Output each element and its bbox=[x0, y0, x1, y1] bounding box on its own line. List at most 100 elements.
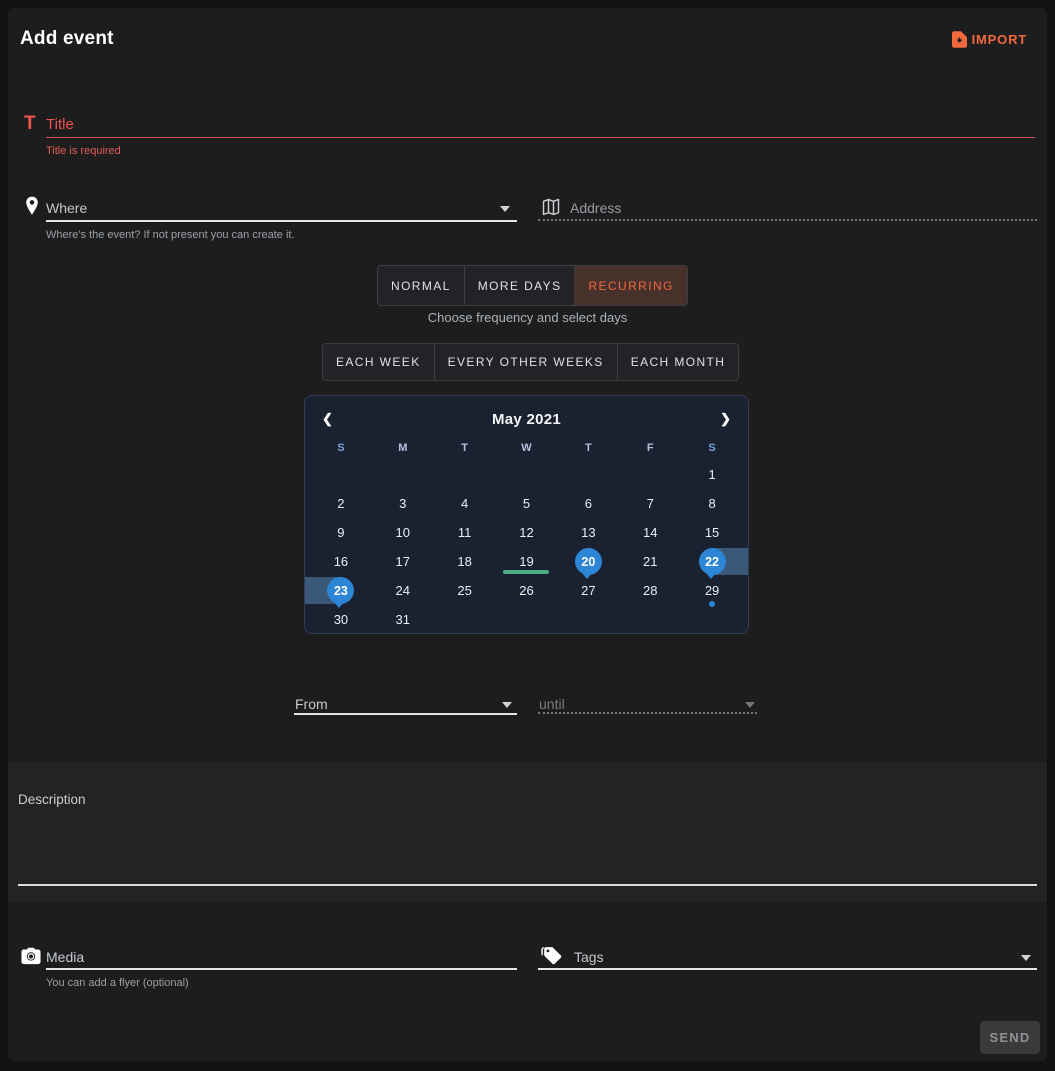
until-select[interactable]: until bbox=[539, 696, 565, 712]
next-month-button[interactable]: ❯ bbox=[720, 404, 731, 434]
calendar-day-cell[interactable]: 18 bbox=[434, 547, 496, 576]
tab-normal[interactable]: NORMAL bbox=[378, 266, 465, 305]
calendar-day-headers: SMTWTFS bbox=[305, 436, 748, 460]
day-number: 15 bbox=[705, 525, 719, 540]
calendar-week-row: 1 bbox=[310, 460, 743, 489]
calendar-day-cell[interactable]: 10 bbox=[372, 518, 434, 547]
calendar-day-cell[interactable]: 12 bbox=[496, 518, 558, 547]
calendar-day-cell[interactable]: 9 bbox=[310, 518, 372, 547]
frequency-caption: Choose frequency and select days bbox=[8, 310, 1047, 325]
day-header: T bbox=[434, 442, 496, 454]
calendar-day-cell[interactable]: 4 bbox=[434, 489, 496, 518]
where-select[interactable]: Where bbox=[46, 200, 87, 216]
file-import-icon bbox=[952, 31, 967, 48]
calendar-day-cell[interactable]: 23 bbox=[310, 576, 372, 605]
tab-recurring[interactable]: RECURRING bbox=[575, 266, 686, 305]
camera-icon bbox=[20, 945, 42, 965]
day-header: F bbox=[619, 442, 681, 454]
calendar-day-cell[interactable]: 19 bbox=[496, 547, 558, 576]
prev-month-button[interactable]: ❮ bbox=[322, 404, 333, 434]
frequency-tab-each-month[interactable]: EACH MONTH bbox=[618, 344, 739, 380]
calendar-day-cell[interactable]: 13 bbox=[557, 518, 619, 547]
day-header: M bbox=[372, 442, 434, 454]
calendar-day-cell[interactable]: 27 bbox=[557, 576, 619, 605]
event-type-tab-group: NORMALMORE DAYSRECURRING bbox=[377, 265, 688, 306]
calendar-day-cell[interactable]: 22 bbox=[681, 547, 743, 576]
tab-more-days[interactable]: MORE DAYS bbox=[465, 266, 576, 305]
calendar-day-cell[interactable]: 16 bbox=[310, 547, 372, 576]
day-number: 2 bbox=[337, 496, 344, 511]
day-number: 4 bbox=[461, 496, 468, 511]
chevron-down-icon[interactable] bbox=[1021, 955, 1031, 961]
day-number: 31 bbox=[396, 612, 410, 627]
tags-select[interactable]: Tags bbox=[574, 949, 604, 965]
calendar-month-label: May 2021 bbox=[492, 411, 561, 428]
calendar-empty-cell bbox=[496, 605, 558, 634]
calendar-day-cell[interactable]: 14 bbox=[619, 518, 681, 547]
calendar-day-cell[interactable]: 28 bbox=[619, 576, 681, 605]
calendar-day-cell[interactable]: 11 bbox=[434, 518, 496, 547]
page-title: Add event bbox=[20, 28, 114, 50]
calendar-day-cell[interactable]: 8 bbox=[681, 489, 743, 518]
calendar-day-cell[interactable]: 3 bbox=[372, 489, 434, 518]
day-header: S bbox=[681, 442, 743, 454]
calendar-empty-cell bbox=[681, 605, 743, 634]
from-select[interactable]: From bbox=[295, 696, 328, 712]
day-number: 26 bbox=[519, 583, 533, 598]
title-underline bbox=[46, 137, 1035, 138]
calendar-day-cell[interactable]: 26 bbox=[496, 576, 558, 605]
calendar-grid: 1234567891011121314151617181920212223242… bbox=[305, 460, 748, 634]
where-helper-text: Where's the event? If not present you ca… bbox=[46, 229, 295, 241]
calendar-day-cell[interactable]: 5 bbox=[496, 489, 558, 518]
media-underline bbox=[46, 968, 517, 970]
calendar-day-cell[interactable]: 1 bbox=[681, 460, 743, 489]
calendar-day-cell[interactable]: 15 bbox=[681, 518, 743, 547]
calendar-day-cell[interactable]: 7 bbox=[619, 489, 681, 518]
day-number: 19 bbox=[519, 554, 533, 569]
calendar-day-cell[interactable]: 31 bbox=[372, 605, 434, 634]
day-number: 12 bbox=[519, 525, 533, 540]
day-number: 17 bbox=[396, 554, 410, 569]
highlight-underline bbox=[503, 570, 549, 574]
tags-underline bbox=[538, 968, 1037, 970]
import-button[interactable]: IMPORT bbox=[952, 31, 1027, 48]
selected-day-marker: 22 bbox=[699, 548, 726, 575]
frequency-tab-each-week[interactable]: EACH WEEK bbox=[323, 344, 435, 380]
until-dotted-underline bbox=[538, 712, 757, 714]
day-number: 13 bbox=[581, 525, 595, 540]
calendar-day-cell[interactable]: 21 bbox=[619, 547, 681, 576]
media-input[interactable]: Media bbox=[46, 949, 84, 965]
event-dot bbox=[709, 601, 715, 607]
calendar-day-cell[interactable]: 24 bbox=[372, 576, 434, 605]
calendar-day-cell[interactable]: 30 bbox=[310, 605, 372, 634]
chevron-down-icon[interactable] bbox=[500, 206, 510, 212]
day-header: W bbox=[496, 442, 558, 454]
calendar-empty-cell bbox=[434, 460, 496, 489]
media-helper-text: You can add a flyer (optional) bbox=[46, 977, 189, 989]
calendar-day-cell[interactable]: 20 bbox=[557, 547, 619, 576]
day-number: 18 bbox=[457, 554, 471, 569]
calendar-empty-cell bbox=[619, 460, 681, 489]
address-dotted-underline bbox=[538, 219, 1037, 221]
calendar-day-cell[interactable]: 2 bbox=[310, 489, 372, 518]
frequency-tab-every-other-weeks[interactable]: EVERY OTHER WEEKS bbox=[435, 344, 618, 380]
calendar-day-cell[interactable]: 25 bbox=[434, 576, 496, 605]
calendar-week-row: 30 31 bbox=[310, 605, 743, 634]
calendar-week-row: 91011 12 13 14 15 bbox=[310, 518, 743, 547]
calendar-day-cell[interactable]: 29 bbox=[681, 576, 743, 605]
description-textarea[interactable]: Description bbox=[18, 792, 86, 807]
send-button[interactable]: SEND bbox=[980, 1021, 1040, 1054]
calendar-empty-cell bbox=[434, 605, 496, 634]
address-input[interactable]: Address bbox=[570, 200, 621, 216]
day-number: 30 bbox=[334, 612, 348, 627]
calendar-day-cell[interactable]: 6 bbox=[557, 489, 619, 518]
day-number: 24 bbox=[396, 583, 410, 598]
calendar-day-cell[interactable]: 17 bbox=[372, 547, 434, 576]
title-input[interactable]: Title bbox=[46, 116, 74, 133]
chevron-down-icon[interactable] bbox=[502, 702, 512, 708]
day-number: 25 bbox=[457, 583, 471, 598]
calendar-empty-cell bbox=[496, 460, 558, 489]
description-section bbox=[8, 762, 1047, 902]
day-number: 27 bbox=[581, 583, 595, 598]
calendar-empty-cell bbox=[372, 460, 434, 489]
